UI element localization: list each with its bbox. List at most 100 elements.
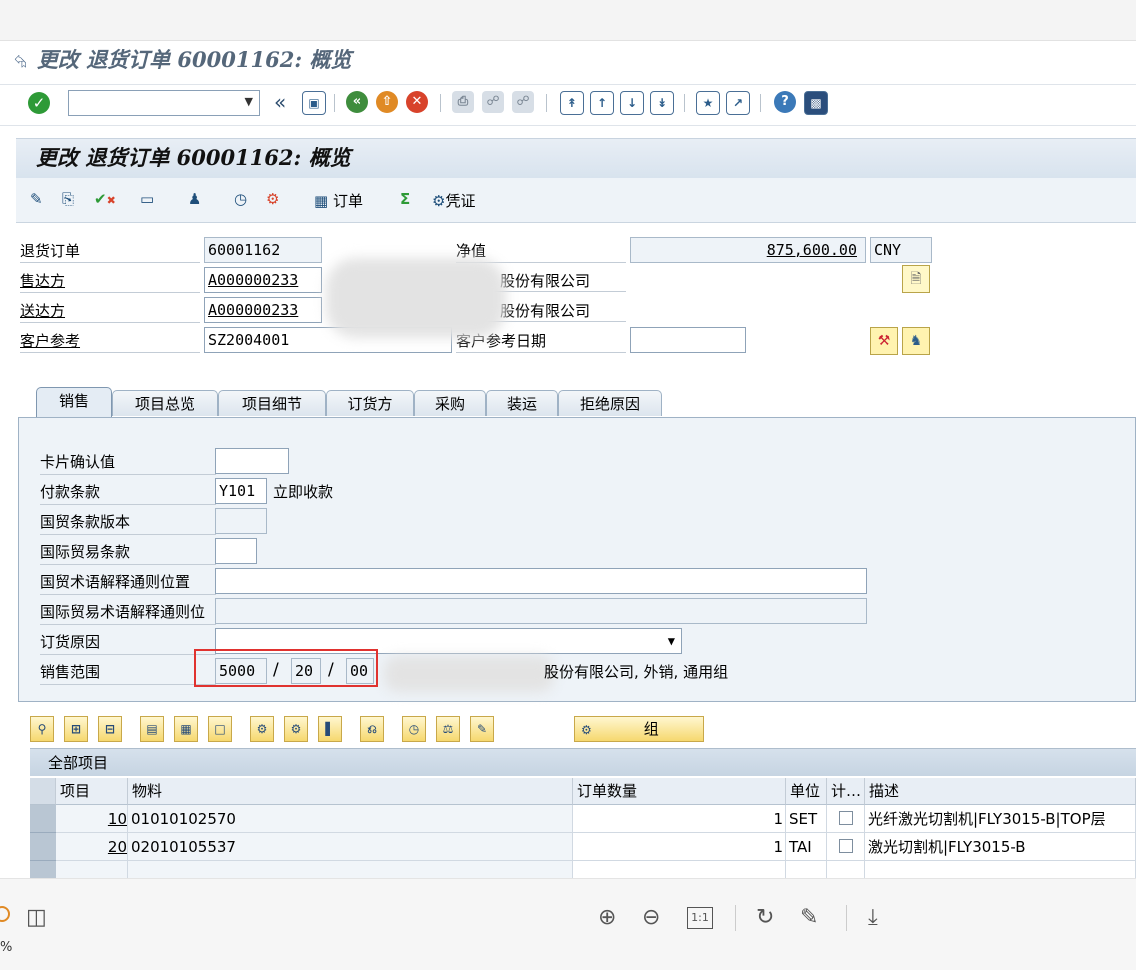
table-row-quantity[interactable]	[573, 861, 786, 879]
document-icon[interactable]: 🗎	[902, 265, 930, 293]
save-icon[interactable]: ▣	[302, 91, 326, 115]
enter-icon[interactable]: ✓	[28, 92, 50, 114]
new-session-icon[interactable]: ★	[696, 91, 720, 115]
zoom-in-icon[interactable]: ⊕	[598, 905, 616, 930]
search-document-icon[interactable]: ⚒	[870, 327, 898, 355]
layout-icon[interactable]: ◫	[26, 905, 47, 930]
previous-page-icon[interactable]: ↑	[590, 91, 614, 115]
incoterms-field[interactable]	[215, 538, 257, 564]
row-selector[interactable]	[30, 805, 56, 833]
cancel-icon[interactable]: ✕	[406, 91, 428, 113]
ship-to-field[interactable]: A000000233	[204, 297, 322, 323]
configuration-icon[interactable]: ⚙	[250, 716, 274, 742]
exit-icon[interactable]: ⇧	[376, 91, 398, 113]
card-verification-field[interactable]	[215, 448, 289, 474]
table-row-quantity[interactable]: 1	[573, 805, 786, 833]
tab-item-detail[interactable]: 项目细节	[218, 390, 326, 416]
last-page-icon[interactable]: ↡	[650, 91, 674, 115]
tab-item-overview[interactable]: 项目总览	[112, 390, 218, 416]
schedule-icon[interactable]: ◷	[402, 716, 426, 742]
find-icon[interactable]: ☍	[482, 91, 504, 113]
table-row-unit[interactable]	[786, 861, 827, 879]
edit-icon[interactable]: ✎	[470, 716, 494, 742]
ship-to-label[interactable]: 送达方	[20, 300, 200, 323]
pen-icon[interactable]: ✎	[800, 905, 818, 930]
first-page-icon[interactable]: ↟	[560, 91, 584, 115]
shortcut-icon[interactable]: ↗	[726, 91, 750, 115]
sold-to-label[interactable]: 售达方	[20, 270, 200, 293]
layout-menu-icon[interactable]: ▩	[804, 91, 828, 115]
tab-procurement[interactable]: 采购	[414, 390, 486, 416]
checkbox[interactable]	[839, 839, 853, 853]
next-page-icon[interactable]: ↓	[620, 91, 644, 115]
tab-reason-for-rejection[interactable]: 拒绝原因	[558, 390, 662, 416]
chart-icon[interactable]: ▌	[318, 716, 342, 742]
deselect-all-icon[interactable]: □	[208, 716, 232, 742]
row-selector[interactable]	[30, 861, 56, 879]
delete-row-icon[interactable]: ⊟	[98, 716, 122, 742]
sold-to-field[interactable]: A000000233	[204, 267, 322, 293]
table-row-calc[interactable]	[827, 861, 865, 879]
payment-terms-field[interactable]: Y101	[215, 478, 267, 504]
actual-size-icon[interactable]: 1:1	[687, 907, 713, 929]
group-button[interactable]: ⚙ 组	[574, 716, 704, 742]
download-icon[interactable]: ⤓	[868, 905, 878, 930]
tab-ordering-party[interactable]: 订货方	[326, 390, 414, 416]
command-field[interactable]: ▼	[68, 90, 260, 116]
assign-icon[interactable]: ♞	[902, 327, 930, 355]
chevron-down-icon[interactable]: ▼	[245, 95, 253, 108]
rotate-icon[interactable]: ↻	[756, 905, 774, 930]
status-icon[interactable]: ⚙	[266, 190, 279, 212]
document-flow-icon[interactable]: ◷	[234, 190, 247, 212]
order-button[interactable]: ▦ 订单	[314, 190, 363, 212]
checkbox[interactable]	[839, 811, 853, 825]
sum-icon[interactable]: Σ	[400, 190, 410, 212]
table-row-description[interactable]	[865, 861, 1136, 879]
print-icon[interactable]: ⎙	[452, 91, 474, 113]
chevron-down-icon[interactable]: ▼	[668, 629, 675, 653]
table-row-calc[interactable]	[827, 833, 865, 861]
table-row-description[interactable]: 光纤激光切割机|FLY3015-B|TOP层	[865, 805, 1136, 833]
pricing-icon[interactable]: ⚖	[436, 716, 460, 742]
select-all-icon[interactable]: ▤	[140, 716, 164, 742]
table-row-material[interactable]: 01010102570	[128, 805, 573, 833]
table-row-quantity[interactable]: 1	[573, 833, 786, 861]
header-icon[interactable]: ▭	[140, 190, 154, 212]
row-selector[interactable]	[30, 833, 56, 861]
table-row-item[interactable]: 20	[56, 833, 128, 861]
release-icon[interactable]: ✔✖	[94, 190, 116, 212]
find-next-icon[interactable]: ☍	[512, 91, 534, 113]
collapse-icon[interactable]: «	[274, 90, 286, 114]
grid-select-all[interactable]	[30, 778, 56, 805]
table-row-unit[interactable]: SET	[786, 805, 827, 833]
create-with-reference-icon[interactable]: ⎘	[62, 190, 74, 212]
partner-icon[interactable]: ♟	[188, 190, 201, 212]
tab-shipping[interactable]: 装运	[486, 390, 558, 416]
insert-row-icon[interactable]: ⊞	[64, 716, 88, 742]
customer-reference-date-field[interactable]	[630, 327, 746, 353]
select-block-icon[interactable]: ▦	[174, 716, 198, 742]
table-row-description[interactable]: 激光切割机|FLY3015-B	[865, 833, 1136, 861]
exit-icon[interactable]: ⮲	[14, 52, 27, 71]
zoom-out-icon[interactable]: ⊖	[642, 905, 660, 930]
display-change-icon[interactable]: ✎	[30, 190, 43, 212]
tab-sales[interactable]: 销售	[36, 387, 112, 418]
column-header-material[interactable]: 物料	[128, 778, 573, 805]
help-icon[interactable]: ?	[774, 91, 796, 113]
voucher-button[interactable]: ⚙凭证	[432, 190, 475, 212]
table-row-unit[interactable]: TAI	[786, 833, 827, 861]
column-header-calc[interactable]: 计…	[827, 778, 865, 805]
item-detail-icon[interactable]: ⚲	[30, 716, 54, 742]
back-icon[interactable]: «	[346, 91, 368, 113]
table-row-material[interactable]: 02010105537	[128, 833, 573, 861]
column-header-unit[interactable]: 单位	[786, 778, 827, 805]
column-header-item[interactable]: 项目	[56, 778, 128, 805]
table-row-item[interactable]: 10	[56, 805, 128, 833]
incoterms-location-field[interactable]	[215, 568, 867, 594]
table-row-material[interactable]	[128, 861, 573, 879]
column-header-description[interactable]: 描述	[865, 778, 1136, 805]
batch-icon[interactable]: ⚙	[284, 716, 308, 742]
table-row-calc[interactable]	[827, 805, 865, 833]
table-row-item[interactable]	[56, 861, 128, 879]
copy-icon[interactable]: ⎌	[360, 716, 384, 742]
